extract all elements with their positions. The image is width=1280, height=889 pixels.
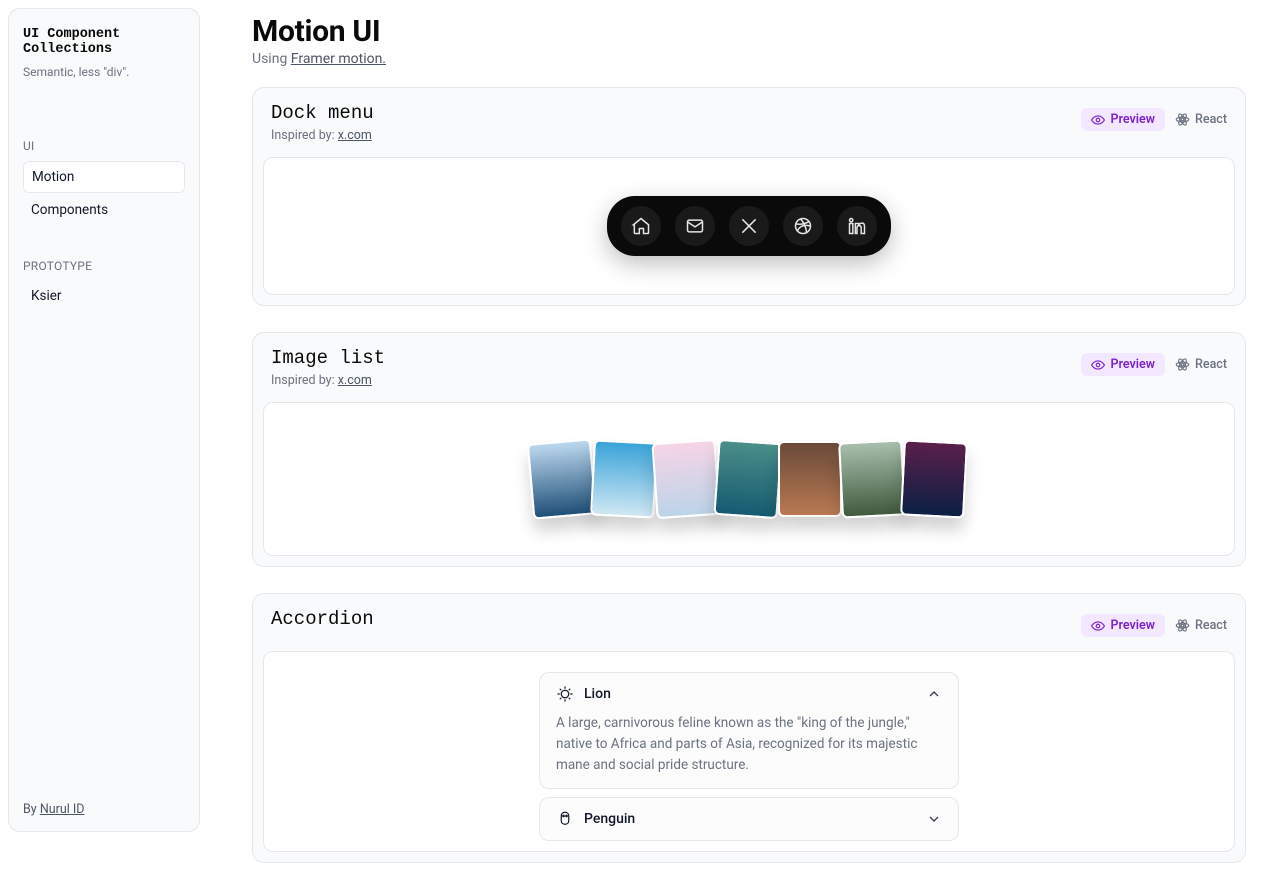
- tab-preview[interactable]: Preview: [1081, 614, 1165, 637]
- eye-icon: [1091, 113, 1105, 127]
- tab-react[interactable]: React: [1175, 112, 1227, 127]
- card-tabs: Preview React: [1081, 614, 1227, 637]
- card-body: [263, 157, 1235, 295]
- nav-section-ui: UI Motion Components: [23, 139, 185, 225]
- mail-icon: [685, 216, 705, 236]
- dock-mail-button[interactable]: [675, 206, 715, 246]
- penguin-icon: [556, 810, 574, 828]
- footer-link[interactable]: Nurul ID: [40, 802, 85, 817]
- tab-react[interactable]: React: [1175, 618, 1227, 633]
- react-icon: [1175, 618, 1190, 633]
- card-body: Lion A large, carnivorous feline known a…: [263, 651, 1235, 852]
- inspired-prefix: Inspired by:: [271, 128, 338, 143]
- sidebar-subtitle: Semantic, less "div".: [23, 65, 185, 79]
- page-subtitle: Using Framer motion.: [252, 51, 1246, 67]
- tab-label: Preview: [1110, 112, 1155, 127]
- accordion-title: Lion: [584, 686, 611, 702]
- dock-home-button[interactable]: [621, 206, 661, 246]
- card-subtitle: Inspired by: x.com: [271, 128, 374, 143]
- accordion-header[interactable]: Lion: [556, 685, 942, 703]
- dock-linkedin-button[interactable]: [837, 206, 877, 246]
- nav-section-label: UI: [23, 139, 185, 153]
- react-icon: [1175, 357, 1190, 372]
- card-tabs: Preview React: [1081, 353, 1227, 376]
- tab-preview[interactable]: Preview: [1081, 353, 1165, 376]
- lion-icon: [556, 685, 574, 703]
- react-icon: [1175, 112, 1190, 127]
- accordion: Lion A large, carnivorous feline known a…: [539, 672, 959, 841]
- image-thumb[interactable]: [778, 441, 842, 517]
- inspired-prefix: Inspired by:: [271, 373, 338, 388]
- image-thumb[interactable]: [590, 439, 658, 518]
- tab-label: Preview: [1110, 357, 1155, 372]
- footer-prefix: By: [23, 802, 40, 817]
- accordion-item-lion: Lion A large, carnivorous feline known a…: [539, 672, 959, 789]
- nav-section-prototype: PROTOTYPE Ksier: [23, 259, 185, 311]
- accordion-item-penguin: Penguin: [539, 797, 959, 841]
- card-accordion: Accordion Preview React: [252, 593, 1246, 863]
- tab-label: React: [1195, 112, 1227, 127]
- tab-react[interactable]: React: [1175, 357, 1227, 372]
- inspired-link[interactable]: x.com: [338, 373, 372, 388]
- card-body: [263, 402, 1235, 556]
- nav-section-label: PROTOTYPE: [23, 259, 185, 273]
- dock-dribbble-button[interactable]: [783, 206, 823, 246]
- image-thumb[interactable]: [527, 438, 597, 519]
- chevron-up-icon: [926, 686, 942, 702]
- dock-x-button[interactable]: [729, 206, 769, 246]
- eye-icon: [1091, 619, 1105, 633]
- tab-label: React: [1195, 618, 1227, 633]
- page-title: Motion UI: [252, 14, 1246, 49]
- x-icon: [739, 216, 759, 236]
- tab-preview[interactable]: Preview: [1081, 108, 1165, 131]
- linkedin-icon: [847, 216, 867, 236]
- card-image-list: Image list Inspired by: x.com Preview Re…: [252, 332, 1246, 567]
- card-title: Dock menu: [271, 102, 374, 124]
- nav-item-components[interactable]: Components: [23, 195, 185, 225]
- chevron-down-icon: [926, 811, 942, 827]
- framer-motion-link[interactable]: Framer motion.: [291, 51, 386, 67]
- sidebar-title: UI Component Collections: [23, 27, 185, 57]
- sidebar-footer: By Nurul ID: [23, 802, 85, 817]
- eye-icon: [1091, 358, 1105, 372]
- card-dock-menu: Dock menu Inspired by: x.com Preview Rea…: [252, 87, 1246, 306]
- accordion-header[interactable]: Penguin: [556, 810, 942, 828]
- accordion-content: A large, carnivorous feline known as the…: [556, 713, 942, 776]
- card-subtitle: Inspired by: x.com: [271, 373, 385, 388]
- tab-label: Preview: [1110, 618, 1155, 633]
- image-thumb[interactable]: [838, 439, 906, 518]
- subtitle-prefix: Using: [252, 51, 291, 67]
- image-list: [532, 441, 966, 517]
- image-thumb[interactable]: [713, 439, 782, 519]
- card-title: Image list: [271, 347, 385, 369]
- image-thumb[interactable]: [651, 439, 720, 519]
- image-thumb[interactable]: [900, 439, 968, 518]
- dock: [607, 196, 891, 256]
- tab-label: React: [1195, 357, 1227, 372]
- accordion-title: Penguin: [584, 811, 635, 827]
- main-content: Motion UI Using Framer motion. Dock menu…: [208, 0, 1280, 889]
- sidebar: UI Component Collections Semantic, less …: [8, 8, 200, 832]
- nav-item-ksier[interactable]: Ksier: [23, 281, 185, 311]
- card-title: Accordion: [271, 608, 374, 630]
- nav-item-motion[interactable]: Motion: [23, 161, 185, 193]
- home-icon: [631, 216, 651, 236]
- inspired-link[interactable]: x.com: [338, 128, 372, 143]
- dribbble-icon: [793, 216, 813, 236]
- card-tabs: Preview React: [1081, 108, 1227, 131]
